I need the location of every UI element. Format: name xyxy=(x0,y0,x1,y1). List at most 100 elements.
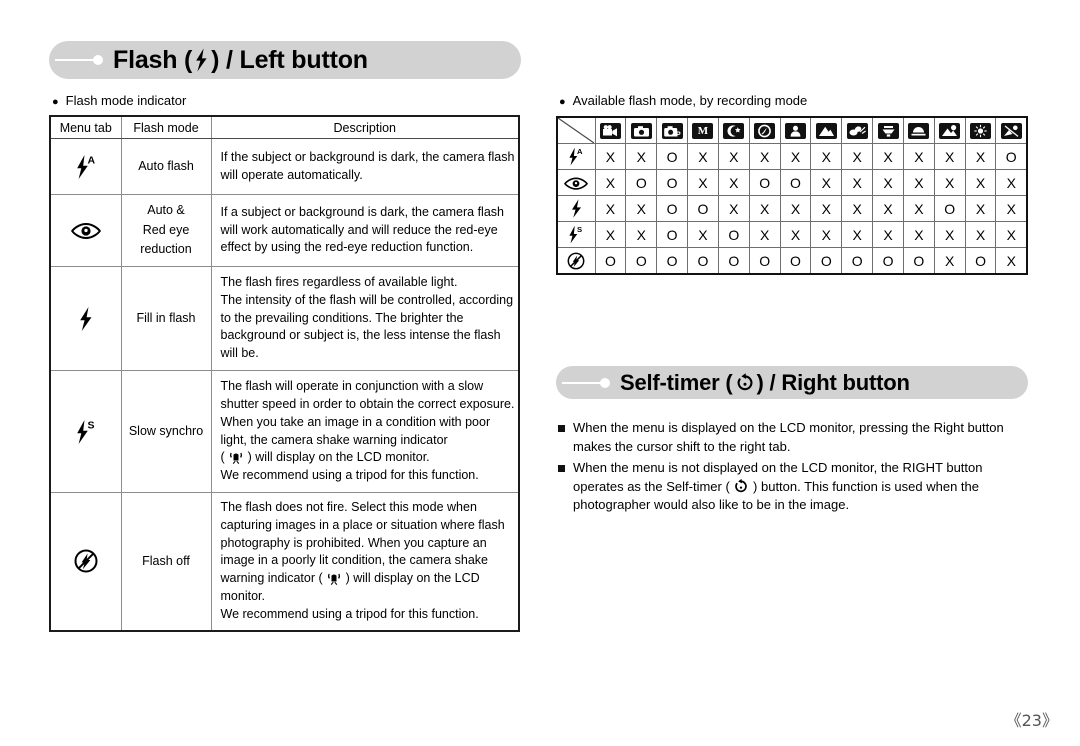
desc-line: to the prevailing conditions. The bright… xyxy=(220,310,464,325)
matrix-cell: X xyxy=(625,195,658,222)
matrix-cell: X xyxy=(717,195,750,222)
matrix-cell: X xyxy=(902,221,935,248)
red-eye-reduction-icon xyxy=(70,221,101,241)
matrix-cell: X xyxy=(841,169,874,196)
movie-mode-icon xyxy=(599,123,621,140)
description-cell: If a subject or background is dark, the … xyxy=(210,194,520,267)
matrix-cell: O xyxy=(995,143,1028,170)
flash-mode-cell: Flash off xyxy=(120,492,212,631)
selftimer-title-suffix: ) / Right button xyxy=(756,369,910,395)
camera-shake-warning-icon xyxy=(228,450,244,465)
matrix-col-header xyxy=(810,116,843,144)
table-row: Flash off The flash does not fire. Selec… xyxy=(49,492,520,631)
fireworks-mode-icon xyxy=(970,123,992,140)
matrix-cell: X xyxy=(594,221,627,248)
menu-tab-cell xyxy=(49,492,122,631)
matrix-cell: X xyxy=(779,221,812,248)
header-lead-decoration xyxy=(562,376,620,390)
matrix-cell: X xyxy=(995,169,1028,196)
matrix-cell: X xyxy=(964,221,997,248)
fill-in-flash-icon xyxy=(569,198,584,219)
matrix-col-header: M xyxy=(687,116,719,144)
flash-section-title: Flash ( ) / Left button xyxy=(113,46,368,75)
desc-line: will operate automatically. xyxy=(220,167,363,182)
selftimer-section-header: Self-timer ( ) / Right button xyxy=(556,366,1028,399)
note-line-with-timer-icon: operates as the Self-timer ( ) button. T… xyxy=(573,478,979,494)
matrix-cell: O xyxy=(902,247,935,275)
available-flash-mode-label: Available flash mode, by recording mode xyxy=(572,93,808,108)
matrix-cell: O xyxy=(656,195,689,222)
matrix-cell: X xyxy=(933,169,966,196)
flash-mode-cell: Slow synchro xyxy=(120,370,212,493)
matrix-cell: X xyxy=(964,169,997,196)
matrix-col-header xyxy=(841,116,874,144)
mode-line: Slow synchro xyxy=(128,423,204,438)
note-text: When the menu is not displayed on the LC… xyxy=(573,459,982,516)
matrix-cell: X xyxy=(717,169,750,196)
matrix-row: XXOOXXXXXXXOXX xyxy=(556,195,1028,222)
matrix-cell: X xyxy=(810,143,843,170)
square-bullet-icon xyxy=(558,464,565,472)
matrix-col-header: P xyxy=(656,116,689,144)
slow-synchro-icon: S xyxy=(74,418,98,446)
camera-shake-warning-icon xyxy=(326,571,342,586)
self-timer-icon xyxy=(735,372,755,393)
matrix-cell: X xyxy=(872,143,904,170)
matrix-cell: X xyxy=(964,143,997,170)
flash-title-suffix: ) / Left button xyxy=(211,45,368,74)
matrix-col-header xyxy=(902,116,935,144)
sunset-mode-icon xyxy=(908,123,930,140)
desc-line: image in a poorly lit condition, the cam… xyxy=(220,553,489,568)
mode-line: Flash off xyxy=(142,553,190,568)
flash-off-icon xyxy=(73,548,99,574)
desc-line: will work automatically and will reduce … xyxy=(220,222,498,237)
matrix-cell: X xyxy=(594,169,627,196)
matrix-col-header xyxy=(594,116,627,144)
desc-line: light, the camera shake warning indicato… xyxy=(220,432,448,447)
matrix-cell: X xyxy=(717,143,750,170)
matrix-cell: O xyxy=(656,169,689,196)
desc-line: The flash does not fire. Select this mod… xyxy=(220,500,477,515)
note-text: When the menu is displayed on the LCD mo… xyxy=(573,419,1004,457)
desc-line: When you take an image in a condition wi… xyxy=(220,414,491,429)
matrix-row-header: A xyxy=(556,143,596,170)
matrix-col-header xyxy=(995,116,1028,144)
menu-tab-cell: A xyxy=(49,138,122,195)
matrix-row-header xyxy=(556,247,596,275)
backlight-mode-icon xyxy=(939,123,961,140)
matrix-header-row: P M xyxy=(556,116,1028,144)
header-flash-mode: Flash mode xyxy=(120,115,212,139)
menu-tab-cell xyxy=(49,194,122,267)
mode-line: reduction xyxy=(140,242,192,257)
flash-mode-indicator-label: Flash mode indicator xyxy=(65,93,187,108)
matrix-cell: X xyxy=(872,169,904,196)
table-header-row: Menu tab Flash mode Description xyxy=(49,115,520,139)
matrix-cell: X xyxy=(841,221,874,248)
table-row: A Auto flash If the subject or backgroun… xyxy=(49,138,520,195)
desc-line: If the subject or background is dark, th… xyxy=(220,149,515,164)
matrix-cell: X xyxy=(964,195,997,222)
matrix-cell: O xyxy=(625,247,658,275)
matrix-cell: X xyxy=(995,247,1028,275)
menu-tab-cell: S xyxy=(49,370,122,493)
list-item: When the menu is displayed on the LCD mo… xyxy=(558,419,1028,457)
desc-line: shutter speed in order to obtain the cor… xyxy=(220,397,515,411)
selftimer-notes: When the menu is displayed on the LCD mo… xyxy=(558,419,1028,517)
svg-text:S: S xyxy=(87,419,94,431)
desc-line: monitor. xyxy=(220,588,265,603)
matrix-cell: O xyxy=(656,221,689,248)
matrix-cell: O xyxy=(748,169,781,196)
svg-text:A: A xyxy=(577,147,583,156)
matrix-row: XOOXXOOXXXXXXX xyxy=(556,169,1028,196)
matrix-cell: O xyxy=(594,247,627,275)
matrix-cell: O xyxy=(779,247,812,275)
flash-availability-matrix: P M A X X O X X X X X X X X X X O X O O … xyxy=(556,116,1028,275)
matrix-cell: X xyxy=(779,195,812,222)
matrix-cell: X xyxy=(902,195,935,222)
manual-mode-icon: M xyxy=(692,123,714,140)
description-cell: The flash does not fire. Select this mod… xyxy=(210,492,520,631)
desc-line-with-shake-icon: warning indicator ( ) will display on th… xyxy=(220,571,480,586)
header-description: Description xyxy=(210,115,520,139)
flash-off-icon xyxy=(566,251,586,271)
matrix-cell: X xyxy=(748,221,781,248)
